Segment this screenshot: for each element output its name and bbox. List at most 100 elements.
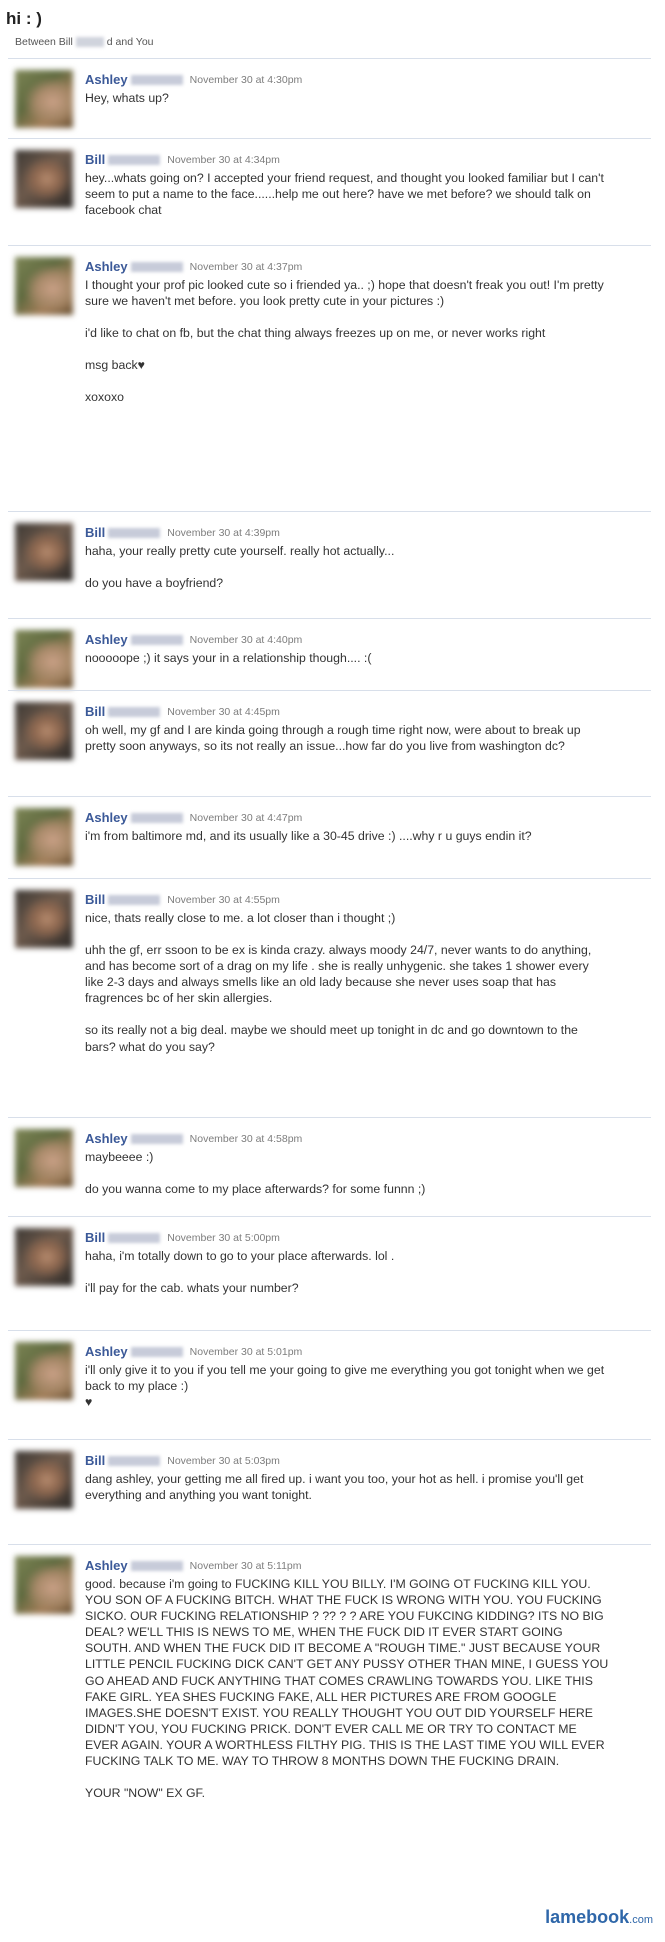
sender-avatar[interactable] [15,808,73,866]
message-timestamp: November 30 at 5:00pm [167,1231,280,1244]
message-divider [8,618,651,619]
redacted-surname [130,812,183,823]
message-header: Ashley November 30 at 5:01pm [85,1344,302,1359]
thread-participants: Between Bill d and You [15,36,154,48]
message-divider [8,245,651,246]
message-paragraph: nooooope ;) it says your in a relationsh… [85,651,372,665]
message-timestamp: November 30 at 4:30pm [189,73,303,86]
sender-avatar[interactable] [15,1556,73,1614]
message-paragraph: haha, your really pretty cute yourself. … [85,544,395,558]
message-header: Ashley November 30 at 4:47pm [85,810,302,825]
message-paragraph: i'll only give it to you if you tell me … [85,1363,605,1410]
sender-avatar[interactable] [15,523,73,581]
message-body: nice, thats really close to me. a lot cl… [85,910,610,1055]
watermark-suffix: .com [629,1914,653,1926]
redacted-surname [130,261,183,272]
message-body: dang ashley, your getting me all fired u… [85,1471,610,1503]
message-timestamp: November 30 at 4:58pm [189,1132,303,1145]
message-divider [8,1439,651,1440]
message-divider [8,1216,651,1217]
message-divider [8,1117,651,1118]
message-header: Ashley November 30 at 4:37pm [85,259,302,274]
message-timestamp: November 30 at 4:47pm [189,811,303,824]
redacted-surname [108,1455,161,1466]
message-paragraph: nice, thats really close to me. a lot cl… [85,911,396,925]
message-timestamp: November 30 at 4:55pm [167,893,280,906]
message-paragraph: so its really not a big deal. maybe we s… [85,1023,582,1054]
message-header: Bill November 30 at 4:34pm [85,152,280,167]
message-divider [8,1544,651,1545]
redacted-surname [108,1232,161,1243]
message-paragraph: dang ashley, your getting me all fired u… [85,1472,587,1503]
message-timestamp: November 30 at 4:40pm [189,633,303,646]
message-divider [8,138,651,139]
message-divider [8,58,651,59]
sender-avatar[interactable] [15,702,73,760]
redacted-surname [130,634,183,645]
sender-name[interactable]: Ashley [85,810,128,825]
message-paragraph: i'd like to chat on fb, but the chat thi… [85,326,546,341]
message-body: haha, i'm totally down to go to your pla… [85,1248,610,1296]
thread-participants-prefix: Between Bill [15,36,73,48]
message-header: Ashley November 30 at 5:11pm [85,1558,302,1573]
message-body: haha, your really pretty cute yourself. … [85,543,610,591]
sender-avatar[interactable] [15,890,73,948]
sender-avatar[interactable] [15,257,73,315]
message-divider [8,690,651,691]
message-body: nooooope ;) it says your in a relationsh… [85,650,610,666]
message-body: i'm from baltimore md, and its usually l… [85,828,610,844]
sender-name[interactable]: Ashley [85,1344,128,1359]
sender-avatar[interactable] [15,1342,73,1400]
message-timestamp: November 30 at 4:45pm [167,705,280,718]
thread-participants-suffix: d and You [106,36,154,48]
redacted-surname [130,74,183,85]
message-header: Ashley November 30 at 4:30pm [85,72,302,87]
message-paragraph: i'm from baltimore md, and its usually l… [85,829,532,843]
sender-avatar[interactable] [15,1228,73,1286]
message-paragraph: hey...whats going on? I accepted your fr… [85,171,608,218]
message-header: Bill November 30 at 5:00pm [85,1230,280,1245]
message-paragraph: YOUR "NOW" EX GF. [85,1786,206,1801]
sender-name[interactable]: Bill [85,892,105,907]
message-paragraph: uhh the gf, err ssoon to be ex is kinda … [85,943,595,1006]
message-paragraph: I thought your prof pic looked cute so i… [85,278,608,309]
message-body: I thought your prof pic looked cute so i… [85,277,610,405]
message-divider [8,796,651,797]
thread-title: hi : ) [6,9,42,28]
message-body: Hey, whats up? [85,90,610,106]
message-body: hey...whats going on? I accepted your fr… [85,170,610,218]
message-timestamp: November 30 at 4:37pm [189,260,303,273]
message-header: Ashley November 30 at 4:40pm [85,632,302,647]
sender-name[interactable]: Bill [85,1230,105,1245]
sender-avatar[interactable] [15,70,73,128]
message-paragraph: haha, i'm totally down to go to your pla… [85,1249,395,1263]
message-thread-page: hi : ) Between Bill d and You Ashley Nove… [0,0,665,1942]
sender-name[interactable]: Bill [85,704,105,719]
sender-name[interactable]: Bill [85,525,105,540]
message-body: good. because i'm going to FUCKING KILL … [85,1576,610,1801]
sender-avatar[interactable] [15,150,73,208]
message-paragraph: do you wanna come to my place afterwards… [85,1182,426,1197]
sender-name[interactable]: Ashley [85,72,128,87]
message-divider [8,1330,651,1331]
message-paragraph: xoxoxo [85,390,124,405]
message-paragraph: oh well, my gf and I are kinda going thr… [85,723,585,754]
redacted-surname [108,706,161,717]
redacted-surname [108,894,161,905]
message-header: Bill November 30 at 4:45pm [85,704,280,719]
sender-name[interactable]: Bill [85,152,105,167]
sender-avatar[interactable] [15,1451,73,1509]
sender-name[interactable]: Ashley [85,259,128,274]
sender-name[interactable]: Ashley [85,1131,128,1146]
redacted-surname [75,37,104,47]
sender-avatar[interactable] [15,1129,73,1187]
sender-name[interactable]: Ashley [85,1558,128,1573]
sender-avatar[interactable] [15,630,73,688]
message-timestamp: November 30 at 5:03pm [167,1454,280,1467]
sender-name[interactable]: Bill [85,1453,105,1468]
message-paragraph: maybeeee :) [85,1150,154,1164]
redacted-surname [108,154,161,165]
message-paragraph: good. because i'm going to FUCKING KILL … [85,1577,612,1769]
message-timestamp: November 30 at 5:11pm [189,1559,302,1572]
sender-name[interactable]: Ashley [85,632,128,647]
